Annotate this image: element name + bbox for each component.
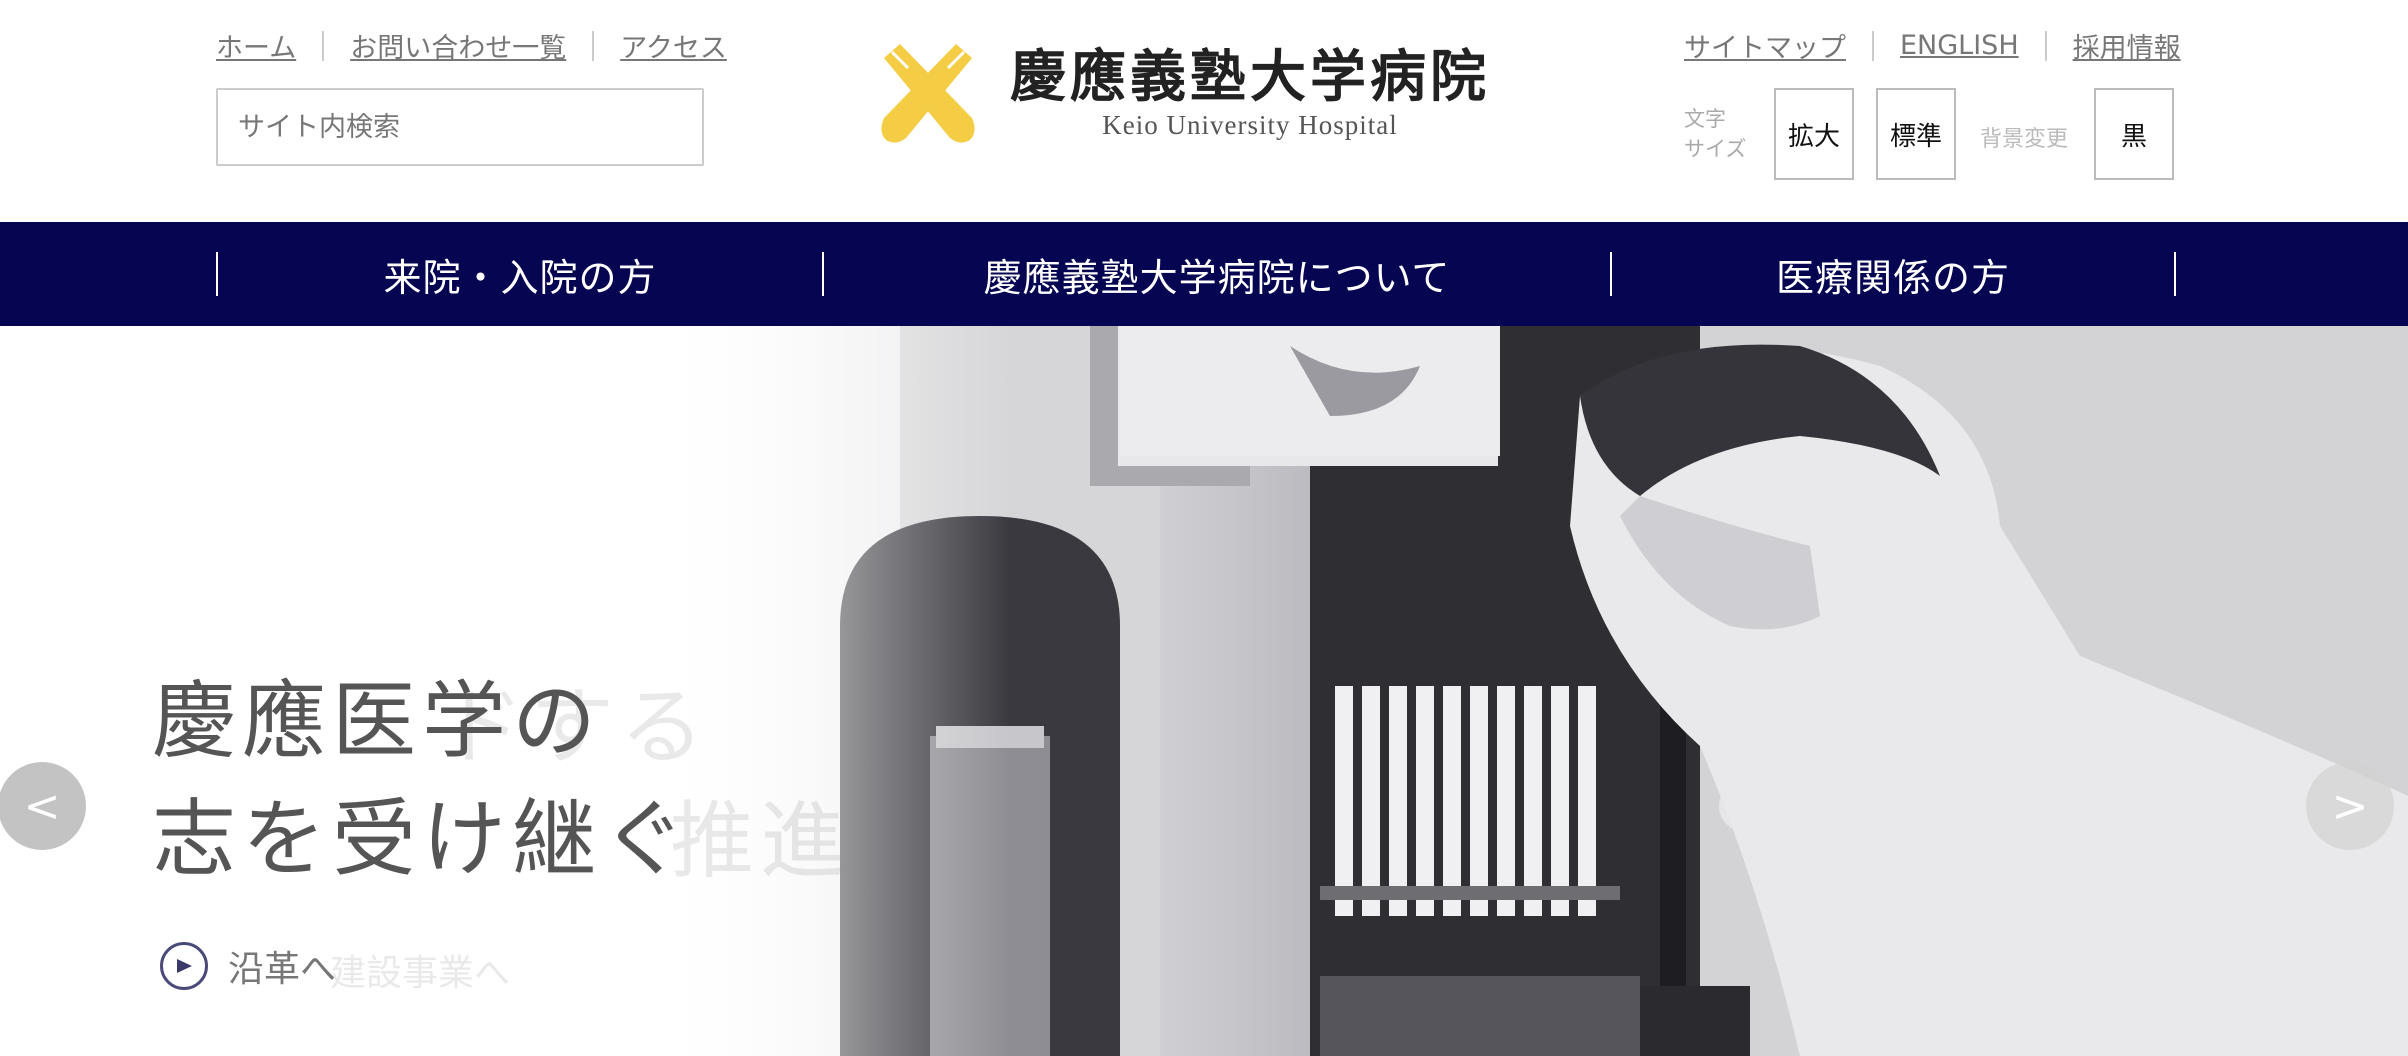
english-link[interactable]: ENGLISH <box>1900 30 2019 61</box>
background-change-label: 背景変更 <box>1980 127 2069 152</box>
nav-item-medical-professionals[interactable]: 医療関係の方 <box>1612 222 2174 326</box>
divider <box>2044 30 2047 61</box>
recruit-link[interactable]: 採用情報 <box>2073 26 2181 65</box>
hero-headline-line1: 慶應医学の <box>152 672 603 770</box>
site-logo[interactable]: 慶應義塾大学病院 Keio University Hospital <box>874 40 1490 148</box>
history-link[interactable]: 沿革へ <box>160 940 336 992</box>
access-link[interactable]: アクセス <box>620 26 727 65</box>
ghost-headline-line2: 推進 <box>670 792 851 890</box>
slider-next-button[interactable]: > <box>2306 762 2394 850</box>
divider <box>1872 30 1874 61</box>
font-size-enlarge-button[interactable]: 拡大 <box>1774 88 1854 180</box>
nav-item-about[interactable]: 慶應義塾大学病院について <box>824 222 1610 326</box>
font-size-standard-button[interactable]: 標準 <box>1876 88 1956 180</box>
slider-prev-button[interactable]: < <box>0 762 86 850</box>
utility-nav-right: サイトマップ ENGLISH 採用情報 <box>1684 26 2181 65</box>
logo-text: 慶應義塾大学病院 Keio University Hospital <box>1010 43 1490 142</box>
global-nav: 来院・入院の方 慶應義塾大学病院について 医療関係の方 <box>0 222 2408 326</box>
hero-headline-line2: 志を受け継ぐ <box>152 790 693 888</box>
contact-list-link[interactable]: お問い合わせ一覧 <box>350 26 566 65</box>
nav-item-visitors[interactable]: 来院・入院の方 <box>218 222 822 326</box>
chevron-right-icon: > <box>2331 780 2369 832</box>
history-link-label: 沿革へ <box>228 949 337 990</box>
site-search-input[interactable] <box>216 88 704 166</box>
nav-divider <box>2174 252 2176 296</box>
ghost-link: 建設事業へ <box>330 953 511 994</box>
logo-name-en: Keio University Hospital <box>1102 110 1398 141</box>
hero-slider: ドする 推進 建設事業へ 慶應医学の 志を受け継ぐ 沿革へ <box>0 326 2408 1056</box>
hero-headline: 慶應医学の 志を受け継ぐ <box>152 662 692 898</box>
divider <box>592 30 595 61</box>
font-size-label: 文字 サイズ <box>1684 107 1747 161</box>
divider <box>322 30 325 61</box>
utility-nav-left: ホーム お問い合わせ一覧 アクセス <box>216 26 727 65</box>
home-link[interactable]: ホーム <box>216 26 296 65</box>
chevron-left-icon: < <box>23 780 61 832</box>
sitemap-link[interactable]: サイトマップ <box>1684 26 1846 65</box>
play-arrow-icon <box>160 942 208 990</box>
background-black-button[interactable]: 黒 <box>2094 88 2174 180</box>
logo-name-ja: 慶應義塾大学病院 <box>1010 43 1490 110</box>
pen-logo-icon <box>881 44 975 143</box>
